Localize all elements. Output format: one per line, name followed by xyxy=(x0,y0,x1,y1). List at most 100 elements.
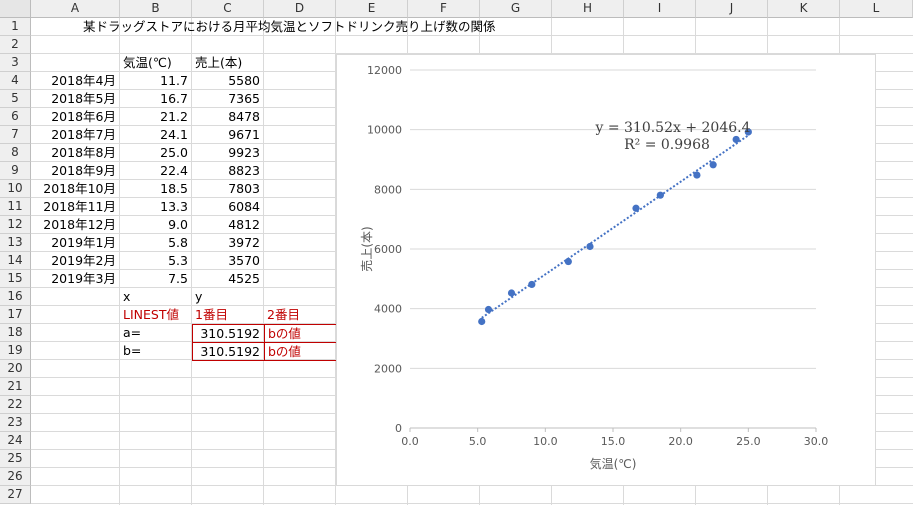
row-header-1[interactable]: 1 xyxy=(0,18,31,36)
cell-temp[interactable]: 24.1 xyxy=(120,126,192,144)
cell-temp[interactable]: 13.3 xyxy=(120,198,192,216)
row-header-5[interactable]: 5 xyxy=(0,90,31,108)
row-header-13[interactable]: 13 xyxy=(0,234,31,252)
column-header-d[interactable]: D xyxy=(264,0,336,18)
x-tick-label: 25.0 xyxy=(736,435,761,448)
column-header-g[interactable]: G xyxy=(480,0,552,18)
row-header-24[interactable]: 24 xyxy=(0,432,31,450)
row-header-26[interactable]: 26 xyxy=(0,468,31,486)
cell-month[interactable]: 2018年9月 xyxy=(31,162,120,180)
column-header-k[interactable]: K xyxy=(768,0,840,18)
cell-sales[interactable]: 6084 xyxy=(192,198,264,216)
column-header-l[interactable]: L xyxy=(840,0,913,18)
cell-sales[interactable]: 7803 xyxy=(192,180,264,198)
cell-temp[interactable]: 5.8 xyxy=(120,234,192,252)
row-header-17[interactable]: 17 xyxy=(0,306,31,324)
column-header-i[interactable]: I xyxy=(624,0,696,18)
cell-temp[interactable]: 5.3 xyxy=(120,252,192,270)
row-header-20[interactable]: 20 xyxy=(0,360,31,378)
cell-month[interactable]: 2019年3月 xyxy=(31,270,120,288)
cell-sales[interactable]: 9923 xyxy=(192,144,264,162)
cell-sales[interactable]: 7365 xyxy=(192,90,264,108)
cell-month[interactable]: 2018年12月 xyxy=(31,216,120,234)
row-header-25[interactable]: 25 xyxy=(0,450,31,468)
row-header-11[interactable]: 11 xyxy=(0,198,31,216)
x-tick-label: 0.0 xyxy=(401,435,419,448)
column-header-h[interactable]: H xyxy=(552,0,624,18)
sheet-title[interactable]: 某ドラッグストアにおける月平均気温とソフトドリンク売り上げ数の関係 xyxy=(80,18,496,36)
data-point xyxy=(693,171,701,179)
row-header-23[interactable]: 23 xyxy=(0,414,31,432)
cell-sales[interactable]: 3570 xyxy=(192,252,264,270)
a-note-cell[interactable]: bの値 xyxy=(264,324,337,343)
column-header-c[interactable]: C xyxy=(192,0,264,18)
row-header-6[interactable]: 6 xyxy=(0,108,31,126)
cell-month[interactable]: 2018年8月 xyxy=(31,144,120,162)
linest-label[interactable]: LINEST値 xyxy=(120,306,192,324)
b-value-cell[interactable]: 310.5192 xyxy=(192,342,265,361)
cell-sales[interactable]: 4812 xyxy=(192,216,264,234)
column-header-a[interactable]: A xyxy=(31,0,120,18)
row-header-15[interactable]: 15 xyxy=(0,270,31,288)
x-label-cell[interactable]: x xyxy=(120,288,192,306)
row-header-14[interactable]: 14 xyxy=(0,252,31,270)
cell-temp[interactable]: 18.5 xyxy=(120,180,192,198)
cell-temp[interactable]: 25.0 xyxy=(120,144,192,162)
row-header-18[interactable]: 18 xyxy=(0,324,31,342)
column-header-e[interactable]: E xyxy=(336,0,408,18)
y-tick-label: 10000 xyxy=(367,124,402,137)
b-label[interactable]: b= xyxy=(120,342,192,360)
select-all-corner[interactable] xyxy=(0,0,31,18)
header-temp[interactable]: 気温(℃) xyxy=(120,54,192,72)
cell-month[interactable]: 2018年6月 xyxy=(31,108,120,126)
y-tick-label: 0 xyxy=(395,422,402,435)
cell-month[interactable]: 2018年10月 xyxy=(31,180,120,198)
linest-first[interactable]: 1番目 xyxy=(192,306,264,324)
data-point xyxy=(478,317,486,326)
cell-month[interactable]: 2018年11月 xyxy=(31,198,120,216)
b-note-cell[interactable]: bの値 xyxy=(264,342,337,361)
cell-temp[interactable]: 21.2 xyxy=(120,108,192,126)
row-header-2[interactable]: 2 xyxy=(0,36,31,54)
cell-month[interactable]: 2018年5月 xyxy=(31,90,120,108)
row-header-4[interactable]: 4 xyxy=(0,72,31,90)
cell-temp[interactable]: 22.4 xyxy=(120,162,192,180)
row-header-3[interactable]: 3 xyxy=(0,54,31,72)
cell-sales[interactable]: 8823 xyxy=(192,162,264,180)
row-header-19[interactable]: 19 xyxy=(0,342,31,360)
scatter-chart[interactable]: 0 2000 4000 6000 8000 10000 12000 0.0 5.0 10.0 15.… xyxy=(336,54,876,486)
cell-month[interactable]: 2019年2月 xyxy=(31,252,120,270)
cell-sales[interactable]: 5580 xyxy=(192,72,264,90)
cell-month[interactable]: 2018年4月 xyxy=(31,72,120,90)
row-header-16[interactable]: 16 xyxy=(0,288,31,306)
cell-temp[interactable]: 9.0 xyxy=(120,216,192,234)
row-header-8[interactable]: 8 xyxy=(0,144,31,162)
row-header-22[interactable]: 22 xyxy=(0,396,31,414)
row-header-10[interactable]: 10 xyxy=(0,180,31,198)
a-label[interactable]: a= xyxy=(120,324,192,342)
cell-sales[interactable]: 4525 xyxy=(192,270,264,288)
x-tick-label: 15.0 xyxy=(601,435,626,448)
y-label-cell[interactable]: y xyxy=(192,288,264,306)
trendline-r-squared: R² = 0.9968 xyxy=(624,137,710,153)
column-header-j[interactable]: J xyxy=(696,0,768,18)
row-header-27[interactable]: 27 xyxy=(0,486,31,504)
cell-sales[interactable]: 8478 xyxy=(192,108,264,126)
cell-temp[interactable]: 7.5 xyxy=(120,270,192,288)
row-header-7[interactable]: 7 xyxy=(0,126,31,144)
cell-month[interactable]: 2018年7月 xyxy=(31,126,120,144)
linest-second[interactable]: 2番目 xyxy=(264,306,336,324)
row-header-21[interactable]: 21 xyxy=(0,378,31,396)
row-header-12[interactable]: 12 xyxy=(0,216,31,234)
column-header-f[interactable]: F xyxy=(408,0,480,18)
cell-temp[interactable]: 16.7 xyxy=(120,90,192,108)
column-header-b[interactable]: B xyxy=(120,0,192,18)
x-tick-label: 5.0 xyxy=(469,435,487,448)
cell-temp[interactable]: 11.7 xyxy=(120,72,192,90)
cell-month[interactable]: 2019年1月 xyxy=(31,234,120,252)
header-sales[interactable]: 売上(本) xyxy=(192,54,264,72)
cell-sales[interactable]: 3972 xyxy=(192,234,264,252)
row-header-9[interactable]: 9 xyxy=(0,162,31,180)
cell-sales[interactable]: 9671 xyxy=(192,126,264,144)
a-value-cell[interactable]: 310.5192 xyxy=(192,324,265,343)
